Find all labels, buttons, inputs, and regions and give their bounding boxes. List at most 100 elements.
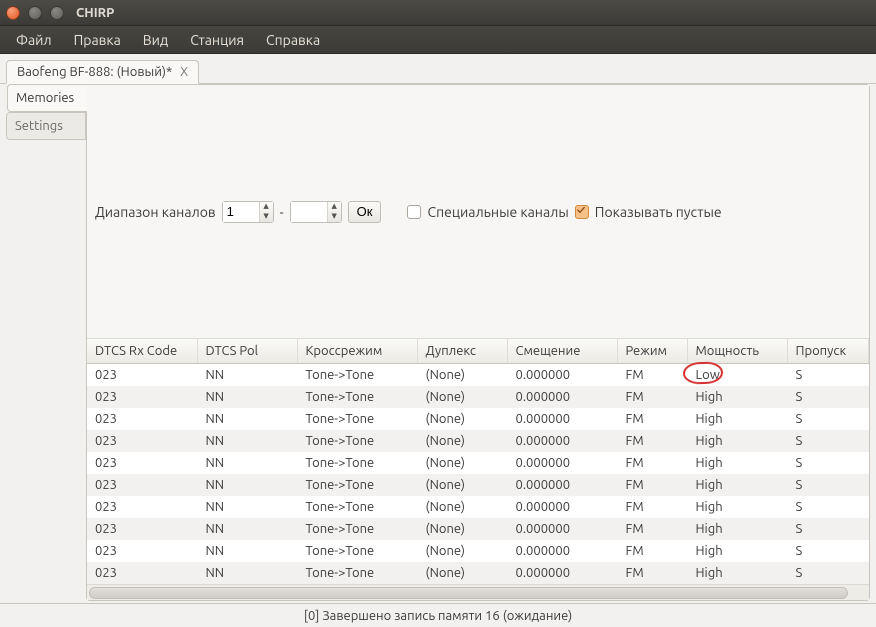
cell-offset[interactable]: 0.000000 <box>507 452 617 474</box>
cell-duplex[interactable]: (None) <box>417 496 507 518</box>
cell-skip[interactable]: S <box>787 408 869 430</box>
horizontal-scrollbar-thumb[interactable] <box>89 587 848 599</box>
cell-power[interactable]: High <box>687 452 787 474</box>
cell-mode[interactable]: FM <box>617 496 687 518</box>
range-to-steppers[interactable]: ▲▼ <box>327 202 341 222</box>
table-row[interactable]: 023NNTone->Tone(None)0.000000FMHighS <box>87 540 869 562</box>
menu-view[interactable]: Вид <box>133 28 178 52</box>
cell-duplex[interactable]: (None) <box>417 518 507 540</box>
cell-power[interactable]: High <box>687 518 787 540</box>
col-dtcs-pol[interactable]: DTCS Pol <box>197 339 297 364</box>
menu-file[interactable]: Файл <box>6 28 62 52</box>
table-row[interactable]: 023NNTone->Tone(None)0.000000FMHighS <box>87 562 869 584</box>
cell-skip[interactable]: S <box>787 496 869 518</box>
window-minimize-icon[interactable] <box>28 6 42 20</box>
cell-offset[interactable]: 0.000000 <box>507 562 617 584</box>
cell-cross[interactable]: Tone->Tone <box>297 430 417 452</box>
cell-dtcs[interactable]: 023 <box>87 364 197 387</box>
cell-pol[interactable]: NN <box>197 496 297 518</box>
menu-edit[interactable]: Правка <box>64 28 131 52</box>
cell-skip[interactable]: S <box>787 518 869 540</box>
cell-cross[interactable]: Tone->Tone <box>297 408 417 430</box>
col-cross[interactable]: Кроссрежим <box>297 339 417 364</box>
cell-cross[interactable]: Tone->Tone <box>297 364 417 387</box>
range-from-input[interactable] <box>223 202 259 222</box>
cell-dtcs[interactable]: 023 <box>87 496 197 518</box>
cell-skip[interactable]: S <box>787 430 869 452</box>
table-row[interactable]: 023NNTone->Tone(None)0.000000FMHighS <box>87 518 869 540</box>
col-offset[interactable]: Смещение <box>507 339 617 364</box>
cell-pol[interactable]: NN <box>197 408 297 430</box>
cell-duplex[interactable]: (None) <box>417 430 507 452</box>
cell-pol[interactable]: NN <box>197 386 297 408</box>
side-tab-settings[interactable]: Settings <box>6 112 86 140</box>
cell-skip[interactable]: S <box>787 452 869 474</box>
cell-cross[interactable]: Tone->Tone <box>297 496 417 518</box>
cell-offset[interactable]: 0.000000 <box>507 474 617 496</box>
cell-dtcs[interactable]: 023 <box>87 452 197 474</box>
cell-dtcs[interactable]: 023 <box>87 386 197 408</box>
table-row[interactable]: 023NNTone->Tone(None)0.000000FMHighS <box>87 474 869 496</box>
cell-mode[interactable]: FM <box>617 364 687 387</box>
cell-mode[interactable]: FM <box>617 452 687 474</box>
chevron-up-icon[interactable]: ▲ <box>328 202 341 212</box>
cell-offset[interactable]: 0.000000 <box>507 364 617 387</box>
cell-mode[interactable]: FM <box>617 540 687 562</box>
cell-mode[interactable]: FM <box>617 518 687 540</box>
cell-pol[interactable]: NN <box>197 518 297 540</box>
cell-cross[interactable]: Tone->Tone <box>297 452 417 474</box>
window-close-icon[interactable] <box>6 6 20 20</box>
chevron-up-icon[interactable]: ▲ <box>260 202 273 212</box>
cell-pol[interactable]: NN <box>197 540 297 562</box>
window-maximize-icon[interactable] <box>50 6 64 20</box>
cell-offset[interactable]: 0.000000 <box>507 408 617 430</box>
cell-skip[interactable]: S <box>787 364 869 387</box>
cell-offset[interactable]: 0.000000 <box>507 430 617 452</box>
col-power[interactable]: Мощность <box>687 339 787 364</box>
col-dtcs-rx[interactable]: DTCS Rx Code <box>87 339 197 364</box>
cell-power[interactable]: High <box>687 386 787 408</box>
cell-cross[interactable]: Tone->Tone <box>297 562 417 584</box>
cell-duplex[interactable]: (None) <box>417 562 507 584</box>
cell-power[interactable]: High <box>687 408 787 430</box>
chevron-down-icon[interactable]: ▼ <box>328 212 341 222</box>
cell-cross[interactable]: Tone->Tone <box>297 386 417 408</box>
cell-mode[interactable]: FM <box>617 474 687 496</box>
menu-station[interactable]: Станция <box>180 28 254 52</box>
document-tab-close-icon[interactable]: X <box>180 65 188 79</box>
cell-skip[interactable]: S <box>787 474 869 496</box>
cell-dtcs[interactable]: 023 <box>87 562 197 584</box>
cell-mode[interactable]: FM <box>617 386 687 408</box>
special-channels-checkbox[interactable] <box>407 205 421 219</box>
cell-skip[interactable]: S <box>787 540 869 562</box>
cell-dtcs[interactable]: 023 <box>87 430 197 452</box>
table-row[interactable]: 023NNTone->Tone(None)0.000000FMLowS <box>87 364 869 387</box>
cell-power[interactable]: High <box>687 540 787 562</box>
table-row[interactable]: 023NNTone->Tone(None)0.000000FMHighS <box>87 452 869 474</box>
cell-dtcs[interactable]: 023 <box>87 408 197 430</box>
table-row[interactable]: 023NNTone->Tone(None)0.000000FMHighS <box>87 496 869 518</box>
cell-dtcs[interactable]: 023 <box>87 474 197 496</box>
cell-offset[interactable]: 0.000000 <box>507 540 617 562</box>
cell-skip[interactable]: S <box>787 562 869 584</box>
chevron-down-icon[interactable]: ▼ <box>260 212 273 222</box>
range-from-spinner[interactable]: ▲▼ <box>222 201 274 223</box>
cell-power[interactable]: High <box>687 496 787 518</box>
cell-mode[interactable]: FM <box>617 562 687 584</box>
cell-duplex[interactable]: (None) <box>417 364 507 387</box>
table-row[interactable]: 023NNTone->Tone(None)0.000000FMHighS <box>87 408 869 430</box>
show-empty-checkbox[interactable] <box>575 205 589 219</box>
table-row[interactable]: 023NNTone->Tone(None)0.000000FMHighS <box>87 386 869 408</box>
cell-offset[interactable]: 0.000000 <box>507 518 617 540</box>
cell-cross[interactable]: Tone->Tone <box>297 540 417 562</box>
cell-offset[interactable]: 0.000000 <box>507 496 617 518</box>
cell-cross[interactable]: Tone->Tone <box>297 518 417 540</box>
cell-dtcs[interactable]: 023 <box>87 518 197 540</box>
document-tab[interactable]: Baofeng BF-888: (Новый)* X <box>6 60 199 84</box>
cell-pol[interactable]: NN <box>197 430 297 452</box>
cell-duplex[interactable]: (None) <box>417 474 507 496</box>
cell-pol[interactable]: NN <box>197 452 297 474</box>
cell-pol[interactable]: NN <box>197 364 297 387</box>
side-tab-memories[interactable]: Memories <box>7 84 87 112</box>
cell-dtcs[interactable]: 023 <box>87 540 197 562</box>
